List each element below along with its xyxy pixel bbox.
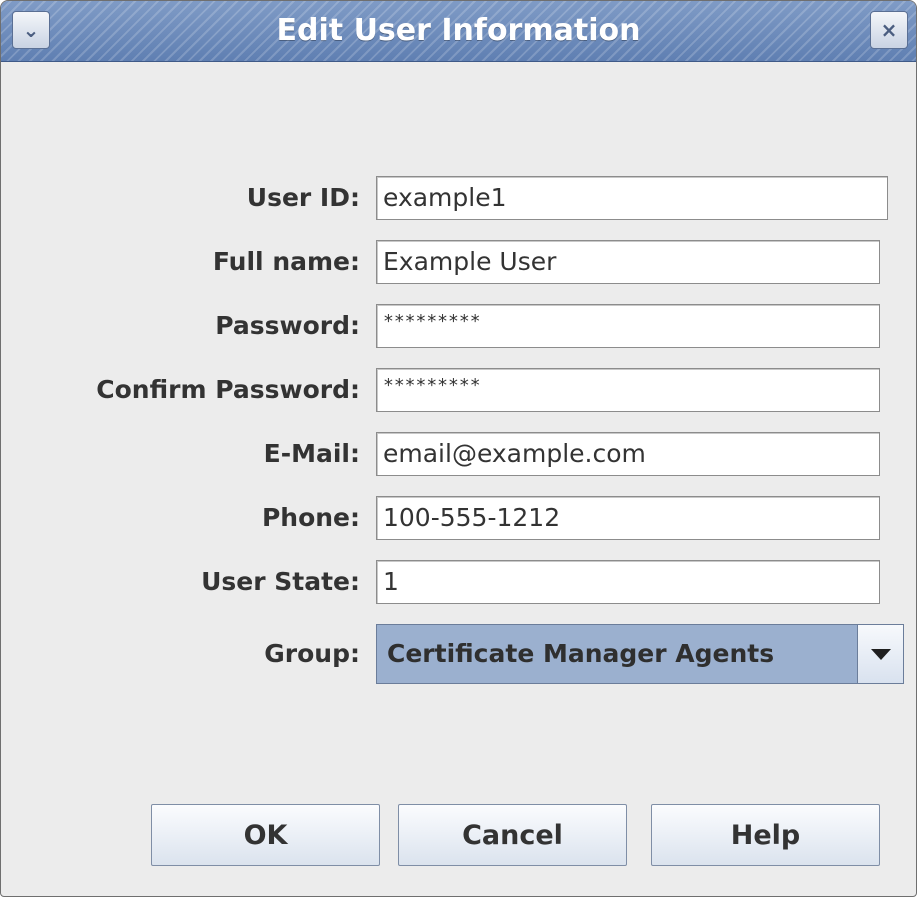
- group-row: Group: Certificate Manager Agents: [1, 624, 916, 684]
- user-state-row: User State: 1: [1, 560, 916, 604]
- group-select[interactable]: Certificate Manager Agents: [376, 624, 904, 684]
- user-state-input[interactable]: 1: [376, 560, 880, 604]
- confirm-password-input[interactable]: *********: [376, 368, 880, 412]
- phone-input[interactable]: 100-555-1212: [376, 496, 880, 540]
- user-id-label: User ID:: [246, 183, 360, 212]
- close-icon: ×: [880, 18, 898, 42]
- group-label: Group:: [264, 639, 360, 668]
- help-button[interactable]: Help: [651, 804, 880, 866]
- email-label: E-Mail:: [263, 439, 360, 468]
- email-input[interactable]: email@example.com: [376, 432, 880, 476]
- full-name-row: Full name: Example User: [1, 240, 916, 284]
- ok-button[interactable]: OK: [151, 804, 380, 866]
- password-input[interactable]: *********: [376, 304, 880, 348]
- email-row: E-Mail: email@example.com: [1, 432, 916, 476]
- window-title: Edit User Information: [276, 13, 641, 48]
- password-label: Password:: [215, 311, 360, 340]
- chevron-down-icon: ⌄: [22, 18, 40, 42]
- user-id-input[interactable]: example1: [376, 176, 888, 220]
- full-name-input[interactable]: Example User: [376, 240, 880, 284]
- user-id-row: User ID: example1: [1, 176, 916, 220]
- title-bar[interactable]: ⌄ Edit User Information ×: [1, 1, 916, 62]
- dropdown-arrow-icon: [870, 648, 891, 660]
- group-selected-value: Certificate Manager Agents: [387, 639, 775, 668]
- window-menu-button[interactable]: ⌄: [12, 11, 50, 49]
- user-state-label: User State:: [201, 567, 360, 596]
- full-name-label: Full name:: [212, 247, 360, 276]
- phone-label: Phone:: [261, 503, 360, 532]
- edit-user-dialog: ⌄ Edit User Information × User ID: examp…: [0, 0, 917, 897]
- close-button[interactable]: ×: [870, 11, 908, 49]
- cancel-button[interactable]: Cancel: [398, 804, 627, 866]
- group-dropdown-button[interactable]: [857, 625, 903, 683]
- confirm-password-row: Confirm Password: *********: [1, 368, 916, 412]
- password-row: Password: *********: [1, 304, 916, 348]
- confirm-password-label: Confirm Password:: [96, 375, 360, 404]
- phone-row: Phone: 100-555-1212: [1, 496, 916, 540]
